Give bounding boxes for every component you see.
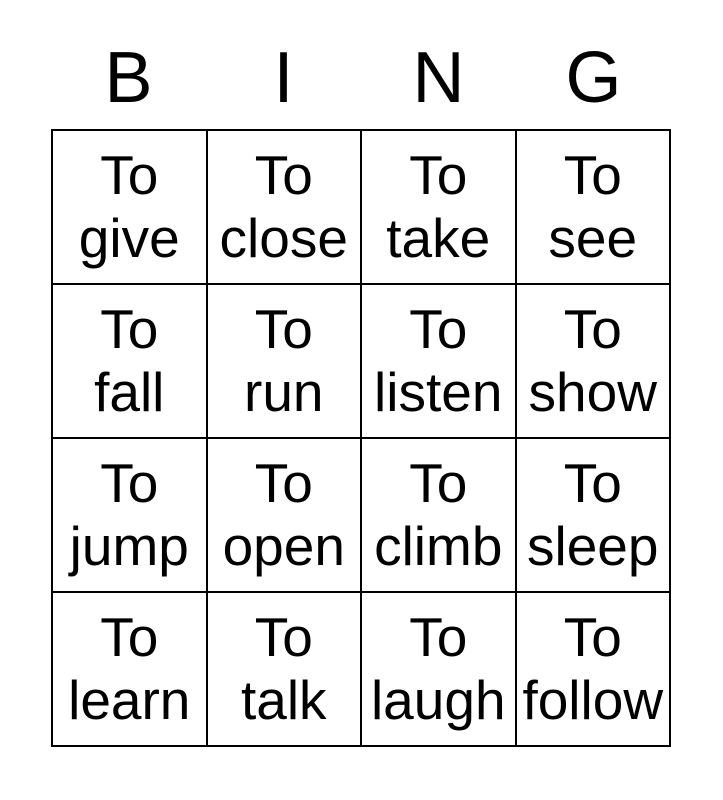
- bingo-cell-line-2: fall: [94, 361, 165, 423]
- bingo-cell[interactable]: To climb: [362, 439, 517, 593]
- bingo-cell-line-1: To: [409, 144, 468, 206]
- bingo-cell-line-1: To: [254, 606, 313, 668]
- bingo-cell-line-2: open: [222, 515, 345, 577]
- bingo-cell[interactable]: To sleep: [516, 439, 671, 593]
- bingo-cell[interactable]: To talk: [207, 593, 362, 747]
- bingo-cell[interactable]: To listen: [362, 285, 517, 439]
- bingo-cell[interactable]: To fall: [53, 285, 208, 439]
- bingo-cell-line-1: To: [254, 144, 313, 206]
- bingo-cell-line-2: see: [548, 207, 638, 269]
- bingo-cell-line-1: To: [409, 606, 468, 668]
- bingo-cell[interactable]: To follow: [516, 593, 671, 747]
- bingo-cell-line-1: To: [409, 452, 468, 514]
- bingo-cell-line-2: listen: [374, 361, 503, 423]
- bingo-cell[interactable]: To learn: [53, 593, 208, 747]
- bingo-cell-line-1: To: [563, 144, 622, 206]
- bingo-cell-line-2: talk: [240, 669, 327, 731]
- bingo-header-letter-n: N: [412, 38, 465, 118]
- bingo-cell-line-2: take: [386, 207, 491, 269]
- bingo-cell-line-1: To: [563, 606, 622, 668]
- bingo-header-letter-b: B: [104, 38, 153, 118]
- bingo-cell-line-1: To: [254, 298, 313, 360]
- bingo-cell-line-2: laugh: [370, 669, 506, 731]
- bingo-cell[interactable]: To see: [516, 131, 671, 285]
- bingo-cell-line-1: To: [563, 298, 622, 360]
- bingo-cell-line-2: jump: [69, 515, 189, 577]
- bingo-cell-line-1: To: [100, 298, 159, 360]
- bingo-cell-line-2: show: [528, 361, 657, 423]
- bingo-cell[interactable]: To laugh: [362, 593, 517, 747]
- bingo-cell-line-1: To: [100, 606, 159, 668]
- bingo-header-row: B I N G: [51, 40, 671, 129]
- bingo-cell[interactable]: To close: [207, 131, 362, 285]
- bingo-cell-line-1: To: [563, 452, 622, 514]
- bingo-cell-line-2: follow: [522, 669, 664, 731]
- bingo-cell-line-2: sleep: [527, 515, 659, 577]
- bingo-cell[interactable]: To give: [53, 131, 208, 285]
- bingo-cell-line-2: close: [219, 207, 348, 269]
- bingo-grid: To give To close To take To see To fall …: [51, 129, 671, 747]
- bingo-cell-line-2: give: [78, 207, 180, 269]
- bingo-cell-line-2: climb: [374, 515, 503, 577]
- bingo-cell-line-1: To: [100, 144, 159, 206]
- bingo-cell-line-1: To: [409, 298, 468, 360]
- bingo-cell-line-1: To: [100, 452, 159, 514]
- bingo-header-letter-i: I: [273, 38, 294, 118]
- bingo-cell-line-2: run: [244, 361, 324, 423]
- bingo-cell-line-2: learn: [68, 669, 191, 731]
- bingo-cell[interactable]: To open: [207, 439, 362, 593]
- bingo-header-letter-g: G: [565, 38, 622, 118]
- bingo-cell[interactable]: To jump: [53, 439, 208, 593]
- bingo-cell[interactable]: To take: [362, 131, 517, 285]
- bingo-cell[interactable]: To show: [516, 285, 671, 439]
- bingo-cell-line-1: To: [254, 452, 313, 514]
- bingo-cell[interactable]: To run: [207, 285, 362, 439]
- bingo-card: B I N G To give To close To take To see …: [0, 0, 723, 800]
